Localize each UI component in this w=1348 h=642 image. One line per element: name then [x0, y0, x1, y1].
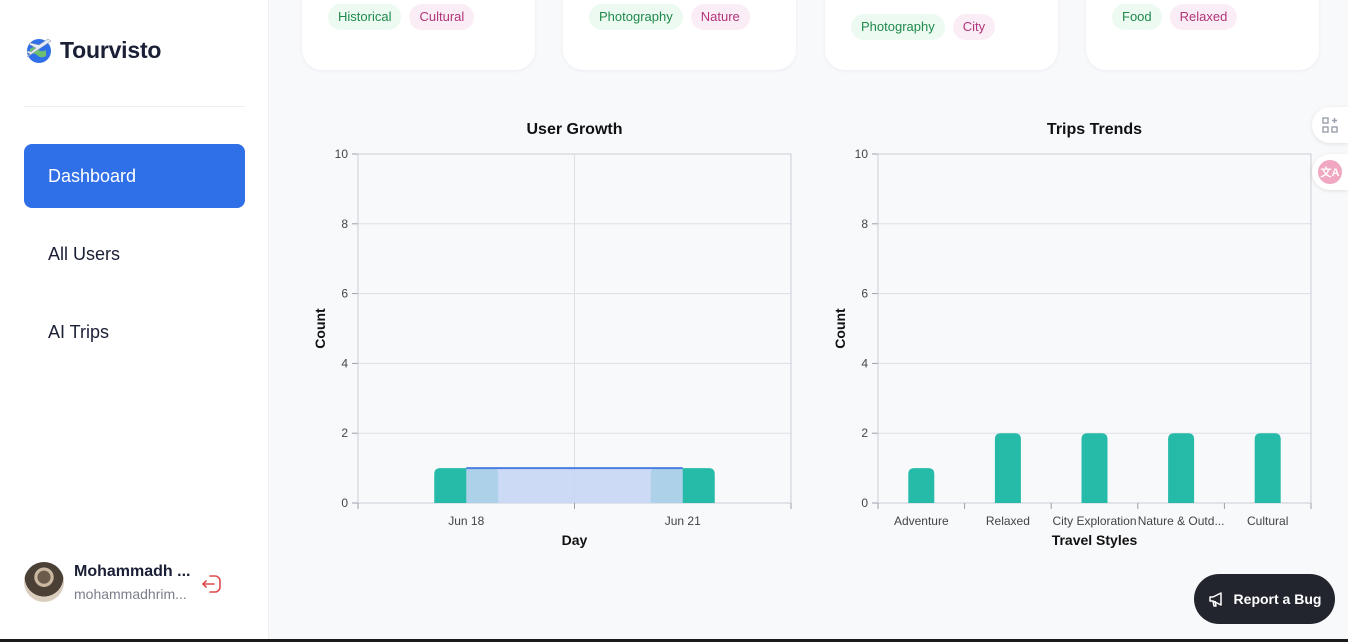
sidebar-item-dashboard[interactable]: Dashboard: [24, 144, 245, 208]
y-axis-title: Count: [832, 308, 848, 349]
trip-card[interactable]: Photography City: [825, 0, 1058, 70]
trip-card[interactable]: Photography Nature: [563, 0, 796, 70]
apps-float-button[interactable]: [1312, 107, 1348, 143]
y-tick-label: 4: [861, 356, 868, 370]
sidebar-divider: [24, 106, 245, 107]
y-tick-label: 0: [341, 496, 348, 510]
brand-name: Tourvisto: [60, 36, 162, 63]
tag-chip: Nature: [690, 4, 750, 30]
area-fill: [466, 468, 683, 503]
x-axis-title: Day: [562, 532, 588, 548]
svg-text:文A: 文A: [1321, 165, 1340, 179]
user-name: Mohammadh ...: [74, 562, 191, 580]
user-growth-chart: User Growth 0 2 4 6 8 10 Jun 18 Jun 21 Day Count: [312, 121, 792, 548]
y-tick-label: 10: [335, 147, 349, 161]
chart-title: Trips Trends: [1047, 121, 1142, 138]
x-tick-label: Nature & Outd...: [1138, 514, 1225, 528]
y-tick-label: 4: [341, 356, 348, 370]
chart-bar: [994, 433, 1021, 503]
chart-title: User Growth: [526, 121, 622, 138]
y-tick-label: 2: [341, 426, 348, 440]
y-tick-label: 8: [341, 217, 348, 231]
y-axis-title: Count: [312, 308, 328, 349]
y-tick-label: 0: [861, 496, 868, 510]
translate-float-button[interactable]: 文A: [1312, 154, 1348, 190]
translate-icon: 文A: [1318, 160, 1342, 184]
y-tick-label: 10: [855, 147, 869, 161]
tag-chip: Photography: [589, 4, 683, 30]
avatar: [24, 562, 64, 602]
x-axis-title: Travel Styles: [1052, 532, 1138, 548]
tag-chip: Cultural: [409, 4, 475, 30]
tag-chip: Historical: [328, 4, 402, 30]
user-profile: Mohammadh ... mohammadhrim...: [24, 562, 221, 602]
chart-bar: [1081, 433, 1108, 503]
chart-bar: [1168, 433, 1195, 503]
tag-chip: Food: [1112, 4, 1162, 30]
chart-bar: [1254, 433, 1281, 503]
tag-chip: Relaxed: [1169, 4, 1238, 30]
x-tick-label: Cultural: [1247, 514, 1288, 528]
y-tick-label: 6: [861, 287, 868, 301]
sidebar-item-all-users[interactable]: All Users: [24, 222, 245, 286]
user-email: mohammadhrim...: [74, 585, 187, 602]
y-tick-label: 2: [861, 426, 868, 440]
megaphone-icon: [1208, 592, 1222, 607]
grid-plus-icon: [1322, 117, 1338, 133]
report-bug-label: Report a Bug: [1233, 591, 1322, 607]
tag-chip: Photography: [851, 14, 945, 40]
x-tick-label: Adventure: [894, 514, 949, 528]
x-tick-label: City Exploration: [1052, 514, 1136, 528]
tag-chip: City: [952, 14, 996, 40]
sidebar-nav: Dashboard All Users AI Trips: [24, 144, 245, 378]
sidebar: Tourvisto Dashboard All Users AI Trips M…: [0, 0, 269, 642]
brand[interactable]: Tourvisto: [24, 35, 161, 65]
y-tick-label: 8: [861, 217, 868, 231]
x-tick-label: Jun 18: [448, 514, 484, 528]
x-tick-label: Relaxed: [986, 514, 1030, 528]
trip-card[interactable]: Food Relaxed: [1086, 0, 1319, 70]
y-tick-label: 6: [341, 287, 348, 301]
chart-bar: [908, 468, 935, 503]
x-tick-label: Jun 21: [665, 514, 701, 528]
trip-card[interactable]: Historical Cultural: [302, 0, 535, 70]
report-bug-button[interactable]: Report a Bug: [1194, 574, 1335, 624]
sidebar-item-ai-trips[interactable]: AI Trips: [24, 300, 245, 364]
logout-icon[interactable]: [200, 572, 224, 596]
trips-trends-chart: Trips Trends 0 2 4 6 8 10 Adventure Relaxed City …: [832, 121, 1312, 548]
airplane-globe-icon: [26, 38, 52, 63]
